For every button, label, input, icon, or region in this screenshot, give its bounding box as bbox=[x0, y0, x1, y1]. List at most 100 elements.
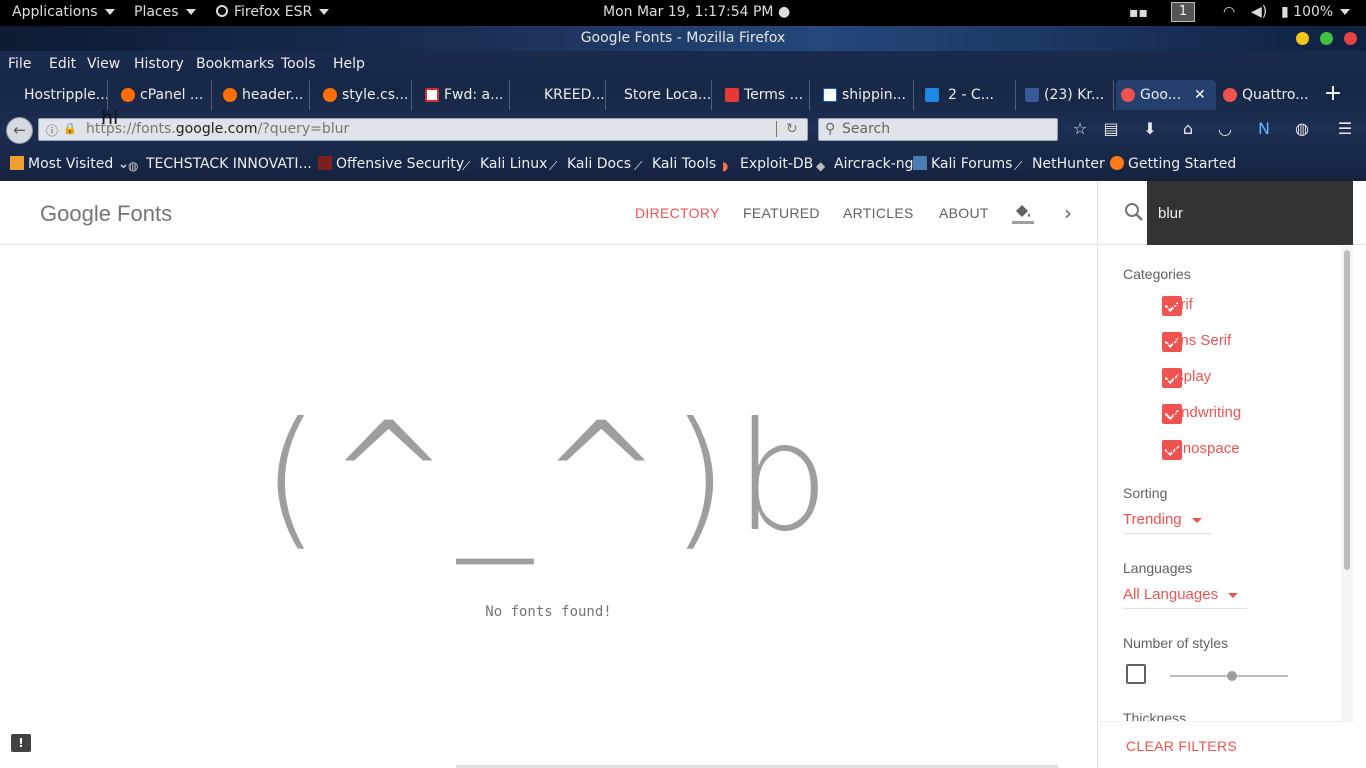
tab-label: Terms ... bbox=[744, 87, 804, 103]
info-icon[interactable]: ⓘ bbox=[46, 122, 58, 139]
styles-slider-thumb[interactable] bbox=[1227, 671, 1237, 681]
bookmark-label: Aircrack-ng bbox=[834, 156, 914, 172]
feedback-icon[interactable]: ! bbox=[11, 734, 31, 752]
menu-file[interactable]: File bbox=[8, 56, 31, 72]
nav-directory[interactable]: DIRECTORY bbox=[635, 205, 720, 221]
google-fonts-icon bbox=[1223, 88, 1237, 102]
tab-google-fonts-active[interactable]: Goo... ✕ bbox=[1116, 80, 1216, 110]
sorting-dropdown[interactable]: Trending bbox=[1123, 511, 1211, 534]
battery-indicator[interactable]: ▮ 100% bbox=[1281, 4, 1350, 20]
category-label: Display bbox=[1162, 368, 1212, 385]
nav-featured[interactable]: FEATURED bbox=[743, 205, 820, 221]
clear-filters-button[interactable]: CLEAR FILTERS bbox=[1126, 738, 1237, 754]
globe-icon: ◍ bbox=[128, 159, 139, 173]
tab-label: header... bbox=[242, 87, 304, 103]
tab[interactable]: (23) Kr... bbox=[1020, 80, 1114, 110]
tab[interactable]: shippin... bbox=[818, 80, 914, 110]
google-fonts-logo[interactable]: Google Fonts bbox=[40, 201, 172, 227]
tab-label: Store Loca... bbox=[624, 87, 712, 103]
reading-list-icon[interactable]: ▤ bbox=[1102, 120, 1120, 138]
tab[interactable]: Terms ... bbox=[720, 80, 810, 110]
extension-n-icon[interactable]: N bbox=[1255, 120, 1273, 138]
tab-label: style.cs... bbox=[342, 87, 409, 103]
languages-dropdown[interactable]: All Languages bbox=[1123, 586, 1247, 609]
lock-icon: 🔒 bbox=[63, 122, 77, 135]
clock[interactable]: Mon Mar 19, 1:17:54 PM ● bbox=[603, 4, 790, 20]
menu-tools[interactable]: Tools bbox=[281, 56, 316, 72]
tab[interactable]: Hostripple... bbox=[0, 80, 108, 110]
window-title-bar: Google Fonts - Mozilla Firefox bbox=[0, 26, 1366, 51]
firefox-app-menu[interactable]: Firefox ESR bbox=[216, 4, 329, 20]
tab[interactable]: header... bbox=[218, 80, 310, 110]
tab[interactable]: 2 - C... bbox=[920, 80, 1016, 110]
kreed-icon bbox=[525, 88, 539, 102]
maximize-button[interactable] bbox=[1320, 32, 1333, 45]
bookmark-star-icon[interactable]: ☆ bbox=[1071, 120, 1089, 138]
tab[interactable]: Store Loca... bbox=[600, 80, 712, 110]
tab[interactable]: Quattro... bbox=[1218, 80, 1312, 110]
url-bar[interactable]: ⓘ 🔒 https://fonts.google.com/?query=blur… bbox=[38, 107, 808, 141]
menu-bookmarks[interactable]: Bookmarks bbox=[196, 56, 274, 72]
bookmark-aircrack[interactable]: ◆ Aircrack-ng bbox=[816, 156, 914, 173]
tab-label: shippin... bbox=[842, 87, 906, 103]
tab-label: Hostripple... bbox=[24, 87, 108, 103]
kali-dragon-icon: ⟋ bbox=[549, 159, 558, 173]
menu-view[interactable]: View bbox=[87, 56, 120, 72]
nav-articles[interactable]: ARTICLES bbox=[843, 205, 914, 221]
applications-menu[interactable]: Applications bbox=[12, 4, 115, 20]
reload-icon[interactable]: ↻ bbox=[786, 121, 798, 137]
bookmark-kali-linux[interactable]: ⟋ Kali Linux bbox=[462, 156, 547, 173]
close-window-button[interactable] bbox=[1344, 32, 1357, 45]
bookmark-most-visited[interactable]: Most Visited ⌄ bbox=[10, 156, 129, 172]
battery-icon: ▮ bbox=[1281, 4, 1289, 20]
new-tab-icon[interactable]: + bbox=[1322, 80, 1344, 110]
category-label: Monospace bbox=[1162, 440, 1240, 457]
minimize-button[interactable] bbox=[1296, 32, 1309, 45]
tab[interactable]: Fwd: a... bbox=[420, 80, 510, 110]
tab-label: Goo... bbox=[1140, 87, 1182, 103]
pocket-icon[interactable]: ◡ bbox=[1216, 120, 1234, 138]
tab[interactable]: style.cs... bbox=[318, 80, 412, 110]
bookmark-exploit-db[interactable]: ◗ Exploit-DB bbox=[722, 156, 813, 173]
forums-icon bbox=[913, 156, 927, 170]
bookmark-label: NetHunter bbox=[1032, 156, 1105, 172]
menu-help[interactable]: Help bbox=[333, 56, 365, 72]
bookmark-techstack[interactable]: ◍ TECHSTACK INNOVATI... bbox=[128, 156, 312, 173]
bookmark-offensive-security[interactable]: Offensive Security bbox=[318, 156, 464, 172]
close-tab-icon[interactable]: ✕ bbox=[1194, 80, 1206, 110]
bookmark-kali-forums[interactable]: Kali Forums bbox=[913, 156, 1012, 172]
font-search-input[interactable]: blur bbox=[1147, 181, 1353, 245]
volume-icon[interactable]: ◀) bbox=[1251, 4, 1267, 20]
bookmark-nethunter[interactable]: ⟋ NetHunter bbox=[1014, 156, 1105, 173]
places-menu[interactable]: Places bbox=[134, 4, 196, 20]
nav-about[interactable]: ABOUT bbox=[939, 205, 989, 221]
bookmark-label: Kali Docs bbox=[567, 156, 632, 172]
wifi-icon[interactable]: ◠ bbox=[1223, 4, 1235, 20]
home-icon[interactable]: ⌂ bbox=[1179, 120, 1197, 138]
theme-paint-bucket-icon[interactable] bbox=[1012, 201, 1034, 225]
tab[interactable]: cPanel ... bbox=[116, 80, 212, 110]
chevron-right-icon[interactable]: › bbox=[1064, 201, 1072, 225]
category-label: Handwriting bbox=[1162, 404, 1242, 421]
back-button[interactable]: ← bbox=[6, 117, 33, 144]
workspace-number: 1 bbox=[1171, 2, 1195, 22]
bookmark-kali-docs[interactable]: ⟋ Kali Docs bbox=[549, 156, 631, 173]
hamburger-menu-icon[interactable]: ☰ bbox=[1336, 120, 1354, 138]
search-box[interactable]: ⚲ Search bbox=[818, 118, 1058, 141]
sidebar-scrollbar-thumb[interactable] bbox=[1344, 250, 1350, 570]
download-icon[interactable]: ⬇ bbox=[1141, 120, 1159, 138]
styles-checkbox[interactable] bbox=[1126, 664, 1146, 684]
firefox-app-label: Firefox ESR bbox=[234, 4, 329, 20]
bookmark-getting-started[interactable]: Getting Started bbox=[1110, 156, 1236, 172]
cpanel-icon bbox=[323, 88, 337, 102]
search-icon bbox=[1124, 202, 1144, 222]
menu-edit[interactable]: Edit bbox=[49, 56, 76, 72]
bookmark-kali-tools[interactable]: ⟋ Kali Tools bbox=[634, 156, 716, 173]
tab[interactable]: KREED... bbox=[520, 80, 606, 110]
menu-history[interactable]: History bbox=[134, 56, 184, 72]
bookmark-label: Getting Started bbox=[1128, 156, 1237, 172]
search-icon: ⚲ bbox=[825, 121, 836, 137]
extension-globe-icon[interactable]: ◍ bbox=[1293, 120, 1311, 138]
category-label: Serif bbox=[1162, 296, 1193, 313]
workspace-indicator[interactable]: 1 bbox=[1171, 2, 1195, 22]
